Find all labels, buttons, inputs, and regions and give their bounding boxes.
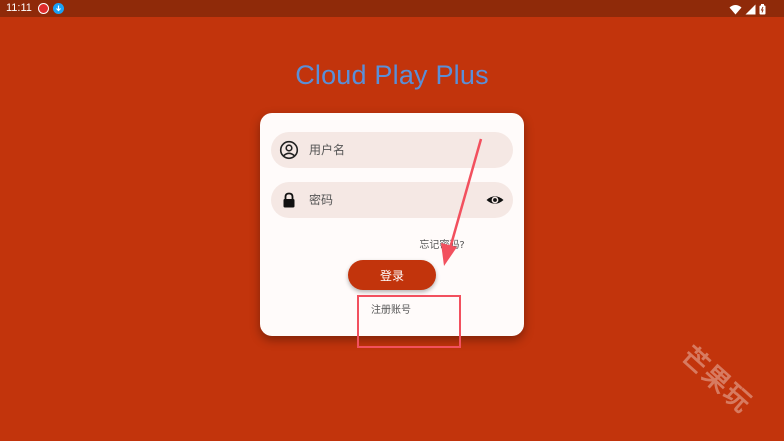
login-button[interactable]: 登录 [348,260,436,290]
status-time: 11:11 [6,2,32,14]
app-title: Cloud Play Plus [295,60,489,90]
signal-icon [745,3,756,20]
status-bar-left: 11:11 [6,0,64,17]
status-bar-right [729,3,766,20]
eye-icon[interactable] [485,190,505,210]
username-input[interactable] [307,142,471,158]
battery-icon [759,3,766,20]
watermark: 芒果玩 [675,341,758,420]
download-notification-icon [52,3,64,14]
annotation-highlight-box [357,295,461,348]
wifi-icon [729,3,742,20]
lock-icon [279,190,299,210]
password-field[interactable] [271,182,513,218]
status-bar: 11:11 [0,0,784,17]
account-circle-icon [279,140,299,160]
app-notification-icon [37,3,49,14]
password-input[interactable] [307,192,471,208]
forgot-password-link[interactable]: 忘记密码? [260,236,524,251]
username-field[interactable] [271,132,513,168]
